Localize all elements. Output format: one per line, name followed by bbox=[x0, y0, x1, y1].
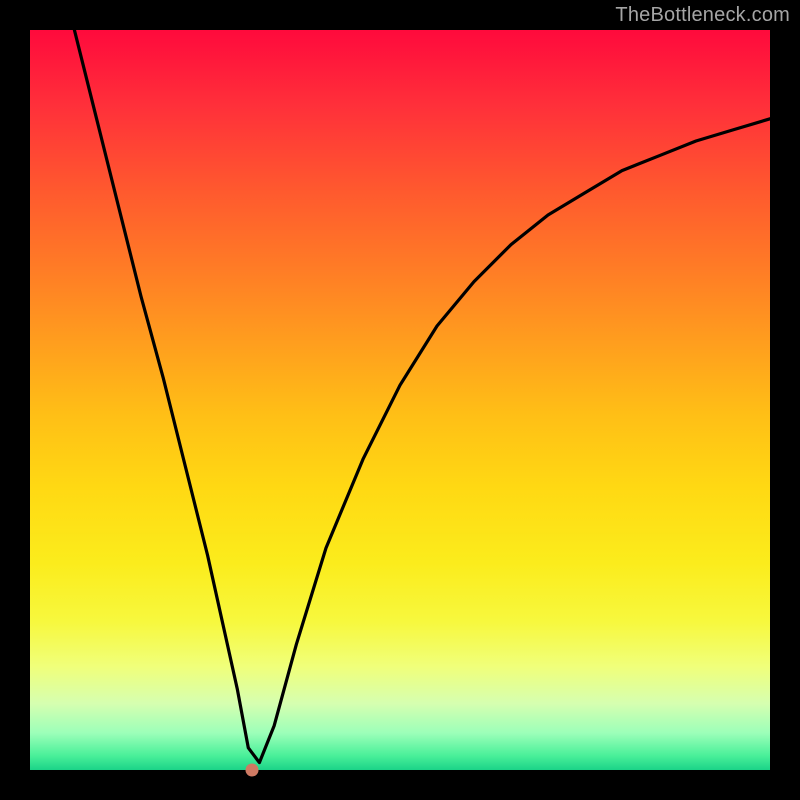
chart-marker-dot bbox=[246, 764, 259, 777]
chart-background-gradient bbox=[30, 30, 770, 770]
chart-plot-area bbox=[30, 30, 770, 770]
watermark-text: TheBottleneck.com bbox=[615, 4, 790, 27]
